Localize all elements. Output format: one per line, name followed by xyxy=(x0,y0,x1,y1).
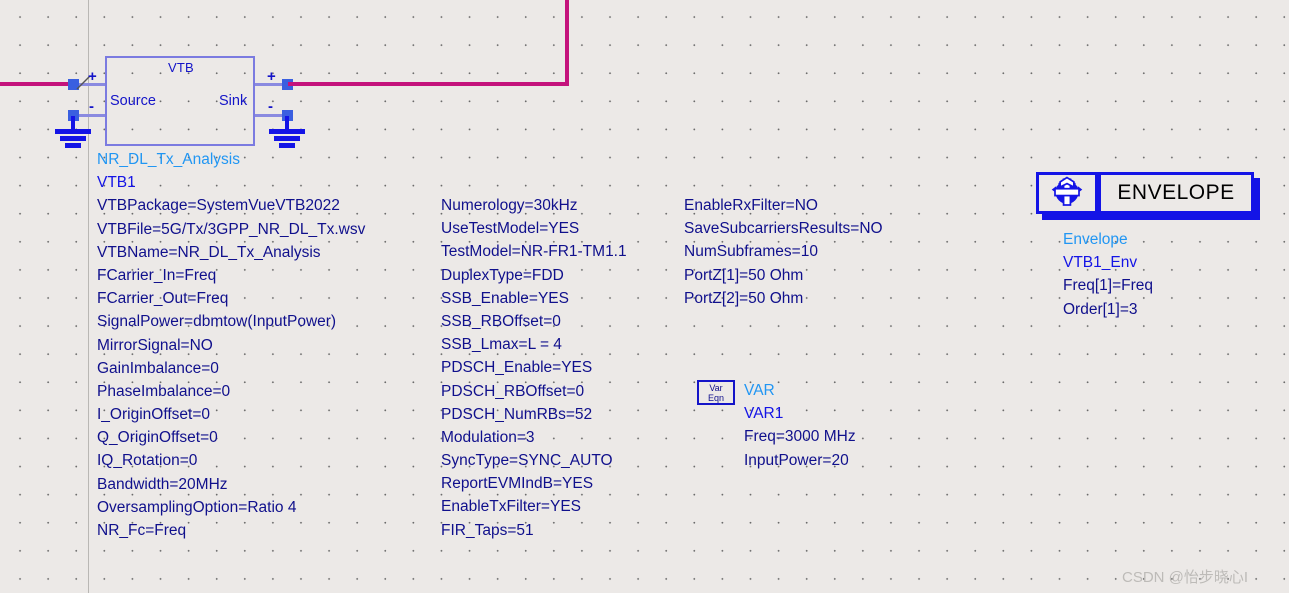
param-line[interactable]: UseTestModel=YES xyxy=(441,217,627,240)
vtb-instance-label[interactable]: NR_DL_Tx_Analysis xyxy=(97,148,365,171)
ground-stem-left xyxy=(71,116,75,130)
var-icon-line-1: Var xyxy=(709,383,723,393)
param-line[interactable]: InputPower=20 xyxy=(744,449,856,472)
vtb-params-col-1: NR_DL_Tx_Analysis VTB1 VTBPackage=System… xyxy=(97,148,365,542)
sign-minus-source: - xyxy=(89,98,94,115)
param-line[interactable]: FCarrier_Out=Freq xyxy=(97,287,365,310)
wire-sink-output-horizontal[interactable] xyxy=(288,82,569,86)
param-line[interactable]: PortZ[2]=50 Ohm xyxy=(684,287,883,310)
var-eqn-icon[interactable]: Var Eqn xyxy=(697,380,735,405)
param-line[interactable]: FIR_Taps=51 xyxy=(441,519,627,542)
ground-bar3-left xyxy=(65,143,81,148)
sign-plus-sink: + xyxy=(267,68,276,85)
param-line[interactable]: Order[1]=3 xyxy=(1063,298,1153,321)
param-line[interactable]: SignalPower=dbmtow(InputPower) xyxy=(97,310,365,333)
param-line[interactable]: I_OriginOffset=0 xyxy=(97,403,365,426)
var-icon-line-2: Eqn xyxy=(707,393,724,403)
param-line[interactable]: NumSubframes=10 xyxy=(684,240,883,263)
ground-stem-right xyxy=(285,116,289,130)
param-line[interactable]: SyncType=SYNC_AUTO xyxy=(441,449,627,472)
watermark-text: CSDN @怡步晓心I xyxy=(1122,569,1249,586)
var-designator[interactable]: VAR1 xyxy=(744,402,856,425)
param-line[interactable]: VTBFile=5G/Tx/3GPP_NR_DL_Tx.wsv xyxy=(97,218,365,241)
param-line[interactable]: Numerology=30kHz xyxy=(441,194,627,217)
param-line[interactable]: Freq[1]=Freq xyxy=(1063,274,1153,297)
param-line[interactable]: MirrorSignal=NO xyxy=(97,334,365,357)
param-line[interactable]: FCarrier_In=Freq xyxy=(97,264,365,287)
param-line[interactable]: PDSCH_NumRBs=52 xyxy=(441,403,627,426)
vtb-params-col-3: EnableRxFilter=NO SaveSubcarriersResults… xyxy=(684,194,883,310)
param-line[interactable]: EnableTxFilter=YES xyxy=(441,495,627,518)
envelope-icon-container[interactable] xyxy=(1036,172,1098,214)
vtb-port-source-label: Source xyxy=(110,93,156,109)
param-line[interactable]: SSB_RBOffset=0 xyxy=(441,310,627,333)
envelope-designator[interactable]: VTB1_Env xyxy=(1063,251,1153,274)
param-line[interactable]: EnableRxFilter=NO xyxy=(684,194,883,217)
param-line[interactable]: PDSCH_RBOffset=0 xyxy=(441,380,627,403)
wire-sink-output-riser[interactable] xyxy=(565,0,569,86)
param-line[interactable]: Modulation=3 xyxy=(441,426,627,449)
envelope-block-labels: Envelope VTB1_Env Freq[1]=Freq Order[1]=… xyxy=(1063,228,1153,321)
param-line[interactable]: NR_Fc=Freq xyxy=(97,519,365,542)
envelope-instance-label[interactable]: Envelope xyxy=(1063,228,1153,251)
schematic-canvas[interactable]: VTB Source Sink + - + - NR_DL_Tx_Analysi… xyxy=(0,0,1289,593)
param-line[interactable]: Bandwidth=20MHz xyxy=(97,473,365,496)
param-line[interactable]: SSB_Enable=YES xyxy=(441,287,627,310)
param-line[interactable]: GainImbalance=0 xyxy=(97,357,365,380)
param-line[interactable]: PDSCH_Enable=YES xyxy=(441,356,627,379)
wire-source-input[interactable] xyxy=(0,82,70,86)
param-line[interactable]: DuplexType=FDD xyxy=(441,264,627,287)
param-line[interactable]: OversamplingOption=Ratio 4 xyxy=(97,496,365,519)
param-line[interactable]: SaveSubcarriersResults=NO xyxy=(684,217,883,240)
envelope-title-box[interactable]: ENVELOPE xyxy=(1098,172,1254,214)
ground-bar1-right xyxy=(269,129,305,134)
ground-bar2-left xyxy=(60,136,86,141)
sign-minus-sink: - xyxy=(268,98,273,115)
gear-cog-icon xyxy=(1051,176,1083,206)
param-line[interactable]: ReportEVMIndB=YES xyxy=(441,472,627,495)
sign-plus-source: + xyxy=(88,68,97,85)
param-line[interactable]: IQ_Rotation=0 xyxy=(97,449,365,472)
param-line[interactable]: PortZ[1]=50 Ohm xyxy=(684,264,883,287)
vtb-params-col-2: Numerology=30kHz UseTestModel=YES TestMo… xyxy=(441,194,627,542)
vtb-designator[interactable]: VTB1 xyxy=(97,171,365,194)
param-line[interactable]: Q_OriginOffset=0 xyxy=(97,426,365,449)
vtb-port-sink-label: Sink xyxy=(219,93,248,109)
vtb-symbol-title: VTB xyxy=(168,60,194,75)
param-line[interactable]: VTBPackage=SystemVueVTB2022 xyxy=(97,194,365,217)
var-block-labels: VAR VAR1 Freq=3000 MHz InputPower=20 xyxy=(744,379,856,472)
ground-bar2-right xyxy=(274,136,300,141)
param-line[interactable]: PhaseImbalance=0 xyxy=(97,380,365,403)
envelope-title: ENVELOPE xyxy=(1117,181,1235,204)
ground-bar1-left xyxy=(55,129,91,134)
param-line[interactable]: VTBName=NR_DL_Tx_Analysis xyxy=(97,241,365,264)
param-line[interactable]: TestModel=NR-FR1-TM1.1 xyxy=(441,240,627,263)
param-line[interactable]: SSB_Lmax=L = 4 xyxy=(441,333,627,356)
param-line[interactable]: Freq=3000 MHz xyxy=(744,425,856,448)
var-instance-label[interactable]: VAR xyxy=(744,379,856,402)
